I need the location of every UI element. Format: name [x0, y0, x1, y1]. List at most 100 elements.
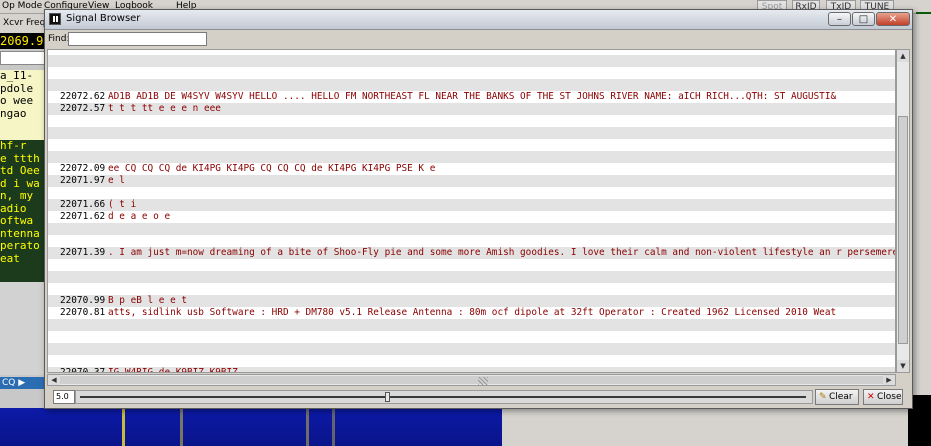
signal-row[interactable]: [48, 151, 895, 163]
rx-line: hf-r: [0, 140, 27, 152]
signal-list[interactable]: 22072.62 AD1B AD1B DE W4SYV W4SYV HELLO .…: [47, 49, 896, 373]
signal-frequency: 22070.99: [60, 295, 106, 306]
grip-icon: [478, 377, 488, 385]
tx-text-panel[interactable]: [0, 282, 48, 375]
find-input[interactable]: [68, 32, 207, 46]
signal-row[interactable]: [48, 283, 895, 295]
waterfall-signal: [180, 408, 183, 446]
window-title: Signal Browser: [66, 13, 141, 24]
signal-text: B p eB l e e t: [108, 295, 188, 306]
signal-row[interactable]: [48, 223, 895, 235]
signal-row[interactable]: [48, 127, 895, 139]
rx-line: a_I1-: [0, 70, 34, 82]
slider-track: [80, 396, 806, 398]
close-icon: ✕: [867, 392, 875, 402]
scroll-left-icon[interactable]: ◀: [48, 375, 60, 385]
clear-button[interactable]: ✎ Clear: [815, 389, 859, 405]
signal-row[interactable]: [48, 355, 895, 367]
status-area: [502, 408, 908, 446]
signal-row[interactable]: [48, 331, 895, 343]
signal-text: ee CQ CQ CQ de KI4PG KI4PG CQ CQ CQ de K…: [108, 163, 436, 174]
signal-row[interactable]: 22071.39. I am just m=now dreaming of a …: [48, 247, 896, 259]
waterfall-signal: [306, 408, 309, 446]
rx-line: o wee: [0, 94, 34, 107]
signal-text: AD1B AD1B DE W4SYV W4SYV HELLO .... HELL…: [108, 91, 837, 102]
bottom-toolbar: 5.0 ✎ Clear ✕ Close: [45, 387, 912, 407]
signal-row[interactable]: [48, 271, 895, 283]
signal-text: atts, sidlink usb Software : HRD + DM780…: [108, 307, 837, 318]
signal-row[interactable]: [48, 67, 895, 79]
maximize-button[interactable]: □: [852, 12, 875, 26]
minimize-button[interactable]: –: [828, 12, 851, 26]
signal-text: e l: [108, 175, 125, 186]
signal-row[interactable]: 22071.62 d e a e o e: [48, 211, 895, 223]
signal-text: . I am just m=now dreaming of a bite of …: [108, 247, 896, 258]
horizontal-scroll-thumb[interactable]: [60, 376, 883, 385]
signal-frequency: 22070.37: [60, 367, 106, 373]
signal-row[interactable]: [48, 343, 895, 355]
app-icon: [49, 13, 61, 25]
signal-text: ( t i: [108, 199, 137, 210]
slider-thumb[interactable]: [384, 392, 390, 402]
signal-text: t t t tt e e e n eee: [108, 103, 221, 114]
rx-line: eat: [0, 251, 20, 265]
level-value[interactable]: 5.0: [53, 390, 75, 404]
rx-text-panel-dark[interactable]: hf-r e ttth td Oee d i wa n, my adio oft…: [0, 140, 48, 282]
close-label: Close: [877, 392, 902, 402]
signal-frequency: 22072.57: [60, 103, 106, 114]
waterfall-signal: [332, 408, 335, 446]
signal-row[interactable]: 22070.37 IG W4RIG de K9BIZ K9BIZ: [48, 367, 895, 373]
signal-row[interactable]: 22072.62 AD1B AD1B DE W4SYV W4SYV HELLO .…: [48, 91, 895, 103]
signal-frequency: 22072.09: [60, 163, 106, 174]
close-window-button[interactable]: ✕: [876, 12, 910, 26]
scroll-down-icon[interactable]: ▼: [897, 360, 909, 372]
vertical-scroll-thumb[interactable]: [898, 116, 908, 344]
signal-frequency: 22071.97: [60, 175, 106, 186]
signal-row[interactable]: 22072.57 t t t tt e e e n eee: [48, 103, 895, 115]
signal-row[interactable]: [48, 319, 895, 331]
scroll-right-icon[interactable]: ▶: [883, 375, 895, 385]
title-bar[interactable]: Signal Browser – □ ✕: [45, 10, 912, 30]
signal-row[interactable]: [48, 79, 895, 91]
broom-icon: ✎: [819, 392, 827, 402]
signal-row[interactable]: [48, 235, 895, 247]
squelch-slider[interactable]: [75, 390, 813, 404]
waterfall[interactable]: [0, 408, 502, 446]
rx-line: ngao: [0, 106, 27, 120]
rx-line: perato: [0, 239, 40, 252]
signal-row[interactable]: [48, 139, 895, 151]
find-row: Find:: [45, 30, 912, 50]
rx-line: td Oee: [0, 164, 40, 177]
signal-browser-window: Signal Browser – □ ✕ Find: 22072.62 AD1B …: [44, 9, 913, 409]
signal-row[interactable]: 22072.09 ee CQ CQ CQ de KI4PG KI4PG CQ CQ…: [48, 163, 895, 175]
rx-line: n, my: [0, 189, 34, 202]
signal-row[interactable]: [48, 259, 895, 271]
menu-op-mode[interactable]: Op Mode: [2, 0, 42, 13]
close-button[interactable]: ✕ Close: [863, 389, 903, 405]
xcvr-freq-label: Xcvr Freq: [3, 18, 46, 28]
scroll-up-icon[interactable]: ▲: [897, 50, 909, 62]
signal-row[interactable]: 22071.66( t i: [48, 199, 895, 211]
signal-text: IG W4RIG de K9BIZ K9BIZ: [108, 367, 238, 373]
signal-frequency: 22070.81: [60, 307, 106, 318]
signal-frequency: 22072.62: [60, 91, 106, 102]
signal-row[interactable]: [48, 55, 895, 67]
signal-frequency: 22071.66: [60, 199, 106, 210]
rx-line: oftwa: [0, 214, 34, 227]
signal-row[interactable]: 22071.97 e l: [48, 175, 895, 187]
signal-text: d e a e o e: [108, 211, 171, 222]
mode-combo[interactable]: [0, 51, 48, 65]
find-label: Find:: [48, 34, 70, 44]
signal-row[interactable]: [48, 187, 895, 199]
signal-frequency: 22071.62: [60, 211, 106, 222]
signal-row[interactable]: 22070.99 B p eB l e e t: [48, 295, 895, 307]
frequency-display[interactable]: 2069.9: [0, 33, 48, 49]
signal-frequency: 22071.39: [60, 247, 106, 258]
waterfall-signal: [122, 408, 125, 446]
vertical-scrollbar[interactable]: ▲ ▼: [896, 49, 910, 373]
signal-row[interactable]: 22070.81 atts, sidlink usb Software : HRD…: [48, 307, 895, 319]
clear-label: Clear: [829, 392, 853, 402]
horizontal-scrollbar[interactable]: ◀ ▶: [47, 374, 896, 386]
cq-macro-button[interactable]: CQ ▶: [0, 377, 50, 389]
signal-row[interactable]: [48, 115, 895, 127]
